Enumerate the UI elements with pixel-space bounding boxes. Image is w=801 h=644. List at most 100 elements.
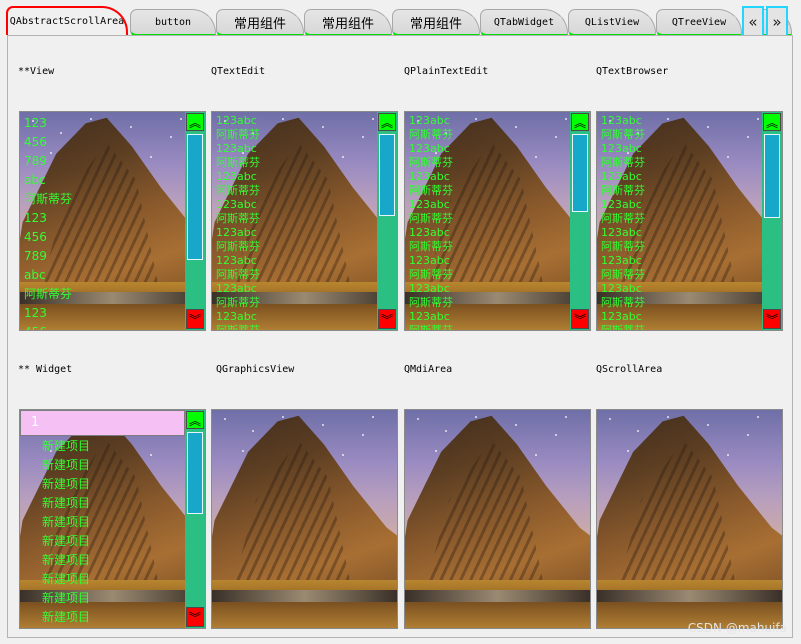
tab-common-widgets-1[interactable]: 常用组件 [216,9,304,37]
text-line: 123abc [601,282,642,295]
text-line: 新建项目 [42,610,91,624]
vertical-scrollbar[interactable]: ︽ ︾ [377,112,397,330]
qscrollarea-box[interactable] [596,409,783,629]
qtextbrowser-text[interactable]: 123abc 阿斯蒂芬 123abc 阿斯蒂芬 123abc 阿斯蒂芬 123abc 阿斯蒂芬… [597,112,762,330]
text-line: 123abc [601,170,642,183]
vertical-scrollbar[interactable]: ︽ ︾ [185,112,205,330]
scroll-down-icon[interactable]: ︾ [763,309,781,329]
tab-common-widgets-3[interactable]: 常用组件 [392,9,480,37]
scroll-up-icon[interactable]: ︽ [186,113,204,131]
tab-label: QListView [584,16,640,28]
star [747,434,749,436]
widget-list-box[interactable]: 1 新建项目 新建项目 新建项目 新建项目 新建项目 新建项目 新建项目 新建项目 新建项目 新建… [19,409,206,629]
tab-qtabwidget[interactable]: QTabWidget [480,9,568,37]
widget-item-list[interactable]: 新建项目 新建项目 新建项目 新建项目 新建项目 新建项目 新建项目 新建项目 新建项目 新建项目 [42,437,185,628]
text-line: 阿斯蒂芬 [601,156,645,169]
qtextbrowser-box[interactable]: 123abc 阿斯蒂芬 123abc 阿斯蒂芬 123abc 阿斯蒂芬 123abc 阿斯蒂芬… [596,111,783,331]
foreground [212,602,397,628]
view-box[interactable]: 123 456 789 abc 阿斯蒂芬 123 456 789 abc 阿斯蒂芬 123 456 ︽… [19,111,206,331]
tab-bar: QAbstractScrollArea button 常用组件 常用组件 常用组… [6,6,798,38]
text-line: 阿斯蒂芬 [601,184,645,197]
vertical-scrollbar[interactable]: ︽ ︾ [570,112,590,330]
qtextedit-box[interactable]: 123abc 阿斯蒂芬 123abc 阿斯蒂芬 123abc 阿斯蒂芬 123abc 阿斯蒂芬… [211,111,398,331]
qplaintextedit-text[interactable]: 123abc 阿斯蒂芬 123abc 阿斯蒂芬 123abc 阿斯蒂芬 123abc 阿斯蒂芬… [405,112,570,330]
star [627,450,629,452]
vertical-scrollbar[interactable]: ︽ ︾ [762,112,782,330]
scroll-down-icon[interactable]: ︾ [378,309,396,329]
watermark: CSDN @mahuifa [687,621,787,635]
tab-qabstractscrollarea[interactable]: QAbstractScrollArea [6,6,128,35]
text-line: 123abc [409,282,450,295]
tab-scroll-right-button[interactable]: » [766,6,788,37]
text-line: 阿斯蒂芬 [409,212,453,225]
qgraphicsview-box[interactable] [211,409,398,629]
qtextedit-text[interactable]: 123abc 阿斯蒂芬 123abc 阿斯蒂芬 123abc 阿斯蒂芬 123abc 阿斯蒂芬… [212,112,377,330]
water-reflection [405,590,590,602]
qgraphicsview-label: QGraphicsView [216,364,295,375]
text-line: 阿斯蒂芬 [601,268,645,281]
scrollbar-handle[interactable] [187,134,203,260]
scrollbar-handle[interactable] [764,134,780,218]
text-line: 123abc [216,282,257,295]
water-reflection [597,590,782,602]
text-line: 阿斯蒂芬 [216,240,260,253]
scroll-up-icon[interactable]: ︽ [186,411,204,429]
star [515,424,517,426]
text-line: 阿斯蒂芬 [409,128,453,141]
scrollbar-handle[interactable] [379,134,395,216]
text-line: 123abc [216,170,257,183]
tab-qlistview[interactable]: QListView [568,9,656,37]
text-line: 阿斯蒂芬 [216,212,260,225]
tab-label: 常用组件 [233,16,286,32]
scrollbar-handle[interactable] [187,432,203,514]
text-line: 阿斯蒂芬 [409,184,453,197]
text-line: 阿斯蒂芬 [601,212,645,225]
qmdiarea-box[interactable] [404,409,591,629]
star [282,416,284,418]
text-line: 新建项目 [42,591,91,605]
text-line: 阿斯蒂芬 [216,296,260,309]
text-line: 123 [24,211,47,225]
scroll-up-icon[interactable]: ︽ [763,113,781,131]
text-line: 456 [24,135,47,149]
scrollbar-handle[interactable] [572,134,588,212]
text-line: 阿斯蒂芬 [409,268,453,281]
text-line: abc [24,173,46,187]
mountain-image [597,410,782,628]
scroll-down-icon[interactable]: ︾ [571,309,589,329]
text-line: 阿斯蒂芬 [409,324,566,330]
scroll-down-icon[interactable]: ︾ [186,607,204,627]
scroll-up-icon[interactable]: ︽ [571,113,589,131]
star [757,416,759,418]
tab-label: QAbstractScrollArea [9,16,125,27]
selected-list-item[interactable]: 1 [20,410,185,436]
star [435,450,437,452]
text-line: 123abc [601,114,642,127]
text-line: 新建项目 [42,534,91,548]
star [667,416,669,418]
tab-common-widgets-2[interactable]: 常用组件 [304,9,392,37]
view-text-list: 123 456 789 abc 阿斯蒂芬 123 456 789 abc 阿斯蒂芬 123 456 [20,112,185,330]
text-line: 新建项目 [42,458,91,472]
text-line: 新建项目 [42,496,91,510]
scroll-up-icon[interactable]: ︽ [378,113,396,131]
tab-scroll-left-button[interactable]: « [742,6,764,37]
text-line: 123abc [409,142,450,155]
qplaintextedit-box[interactable]: 123abc 阿斯蒂芬 123abc 阿斯蒂芬 123abc 阿斯蒂芬 123abc 阿斯蒂芬… [404,111,591,331]
tab-label: 常用组件 [409,16,462,32]
vertical-scrollbar[interactable]: ︽ ︾ [185,410,205,628]
text-line: 123abc [216,254,257,267]
mountain-image [212,410,397,628]
star [252,430,254,432]
star [475,416,477,418]
text-line: 阿斯蒂芬 [601,128,645,141]
text-line: 阿斯蒂芬 [409,156,453,169]
tab-button[interactable]: button [130,9,216,37]
text-line: 新建项目 [42,553,91,567]
tab-qtreeview[interactable]: QTreeView [656,9,742,37]
text-line: 新建项目 [42,477,91,491]
foreground [405,602,590,628]
text-line: 阿斯蒂芬 [24,192,73,206]
text-line: 阿斯蒂芬 [409,296,453,309]
scroll-down-icon[interactable]: ︾ [186,309,204,329]
